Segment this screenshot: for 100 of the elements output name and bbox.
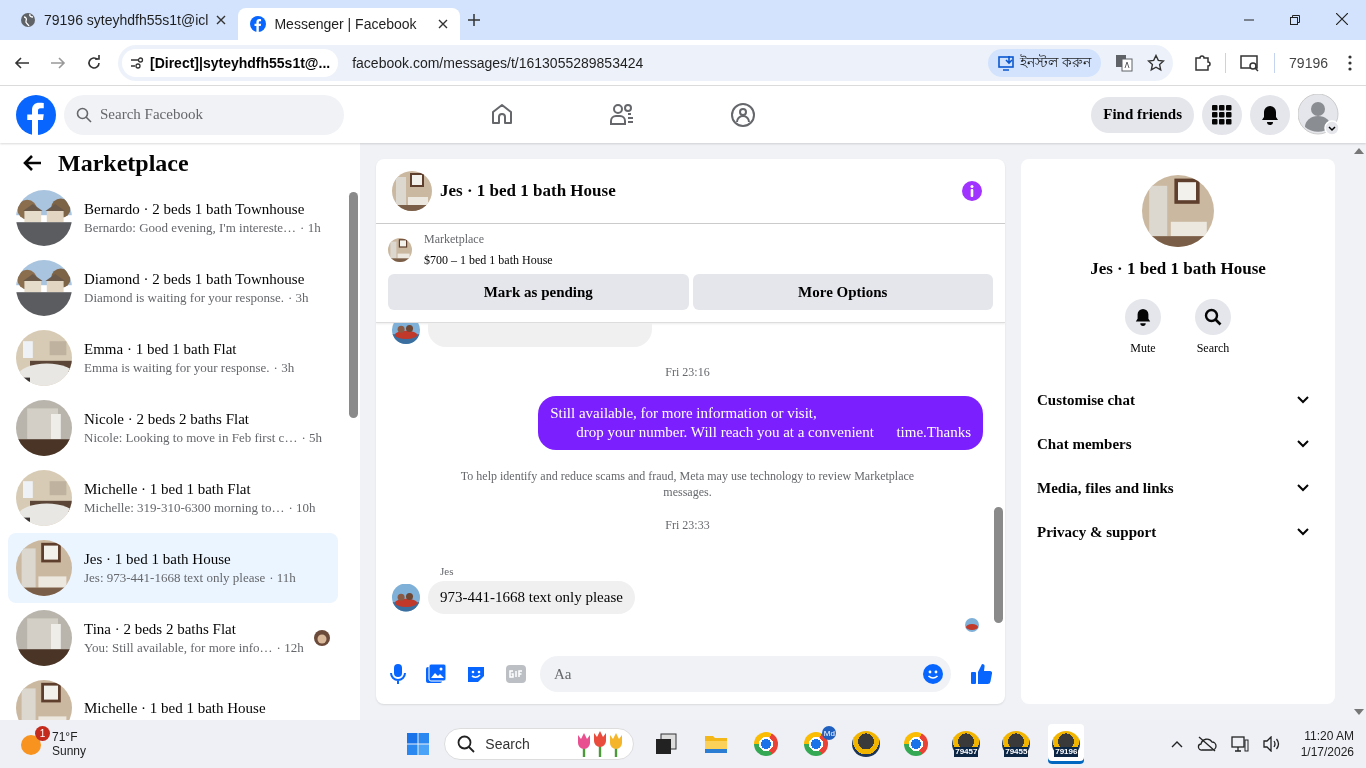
taskbar-app[interactable]: 79457 [948, 724, 985, 764]
site-settings-icon[interactable] [130, 55, 144, 70]
task-view-icon [655, 733, 678, 755]
search-icon [457, 735, 476, 753]
close-icon[interactable] [216, 15, 227, 25]
conversation-item[interactable]: Emma · 1 bed 1 bath Flat Emma is waiting for your response. · 3h [8, 323, 338, 393]
home-icon[interactable] [489, 101, 514, 126]
browser-tab[interactable]: Messenger | Facebook [238, 8, 461, 40]
conversation-title: Bernardo · 2 beds 1 bath Townhouse [84, 200, 306, 218]
url-text: facebook.com/messages/t/1613055289853424 [352, 54, 644, 71]
plus-icon[interactable] [468, 14, 481, 26]
taskbar-app[interactable]: 79196 [1048, 724, 1085, 764]
grid-icon [1212, 104, 1232, 125]
message-preview: Bernardo: Good evening, I'm intereste… [84, 219, 297, 236]
taskbar-app[interactable]: Md [798, 724, 835, 764]
app-icon: 79196 [1052, 731, 1081, 757]
extension-icon[interactable] [1193, 53, 1212, 72]
section-header[interactable]: Chat members [1037, 422, 1319, 466]
install-button[interactable]: ইনস্টল করুন [987, 48, 1102, 77]
account-avatar-icon[interactable] [1298, 93, 1340, 136]
section-header[interactable]: Customise chat [1037, 378, 1319, 422]
taskbar-app[interactable]: 79455 [998, 724, 1035, 764]
search-icon [76, 106, 92, 123]
search-box[interactable]: Search Facebook [64, 94, 344, 135]
conversation-item[interactable]: Tina · 2 beds 2 baths Flat You: Still available, for more info… · 12h [8, 603, 338, 673]
app-icon: 79455 [1002, 731, 1031, 757]
message-preview: Nicole: Looking to move in Feb first c… [84, 429, 298, 446]
notifications-button[interactable] [1250, 94, 1290, 135]
info-icon[interactable] [961, 180, 983, 202]
conversation-item[interactable]: Jes · 1 bed 1 bath House Jes: 973-441-1668 text only please · 11h [8, 533, 338, 603]
message-time: · 1h [300, 219, 321, 236]
message-time: · 5h [301, 429, 322, 446]
notification-badge: 1 [35, 726, 50, 741]
section-label: Media, files and links [1037, 479, 1174, 497]
start-icon[interactable] [406, 732, 431, 756]
action-button[interactable] [1195, 299, 1231, 335]
scroll-up-icon[interactable] [1354, 147, 1364, 155]
contact-name: Jes · 1 bed 1 bath House [1090, 259, 1266, 279]
more-icon[interactable] [1348, 54, 1352, 71]
message-preview: Emma is waiting for your response. [84, 359, 270, 376]
action-label: Mute [1130, 341, 1156, 356]
action-button[interactable]: More Options [692, 274, 993, 310]
browser-tab[interactable]: 79196 syteyhdfh55s1t@icl [8, 4, 239, 36]
bell-icon [1134, 308, 1152, 326]
action-button[interactable]: Mark as pending [388, 274, 689, 310]
chevron-up-icon[interactable] [1170, 740, 1183, 748]
logo-icon[interactable] [16, 94, 56, 135]
globe-icon [20, 12, 36, 28]
search-icon [1204, 308, 1222, 326]
search-field[interactable]: Search [444, 728, 635, 760]
microphone-icon[interactable] [390, 664, 406, 684]
action-button[interactable] [1125, 299, 1161, 335]
message-time: · 3h [288, 289, 309, 306]
section-label: Chat members [1037, 435, 1132, 453]
section-title: Marketplace [58, 149, 189, 177]
star-icon[interactable] [1147, 53, 1166, 72]
browser-icon [904, 732, 929, 756]
conversation-item[interactable]: Bernardo · 2 beds 1 bath Townhouse Bernardo: Good evening, I'm intereste… · 1h [8, 183, 338, 253]
back-icon[interactable] [14, 54, 30, 71]
friends-icon[interactable] [608, 101, 635, 126]
emoji-icon[interactable] [923, 664, 943, 684]
install-icon [997, 54, 1016, 71]
forward-icon[interactable] [50, 54, 66, 71]
thumbs-up-icon[interactable] [971, 663, 993, 685]
message-preview: Jes: 973-441-1668 text only please [84, 569, 266, 586]
groups-icon[interactable] [729, 101, 756, 128]
cloud-off-icon[interactable] [1196, 736, 1217, 752]
image-icon[interactable] [426, 664, 446, 684]
message-box[interactable]: Aa [540, 656, 951, 692]
screen-search-icon[interactable] [1240, 53, 1261, 72]
speaker-icon[interactable] [1262, 736, 1281, 752]
translate-icon[interactable] [1115, 53, 1134, 72]
bell-icon [1260, 104, 1280, 125]
message-time: · 10h [288, 499, 316, 516]
temperature: 71°F [52, 730, 79, 744]
message-field[interactable]: Aa [552, 664, 923, 684]
restore-icon[interactable] [1290, 15, 1300, 25]
browser-icon [754, 732, 779, 756]
message-preview: You: Still available, for more info… [84, 639, 273, 656]
notice-text: To help identify and reduce scams and fraud, Meta may use technology to review Marketplace messages. [459, 468, 916, 500]
profile-label[interactable]: 79196 [1289, 54, 1328, 71]
conversation-item[interactable]: Nicole · 2 beds 2 baths Flat Nicole: Looking to move in Feb first c… · 5h [8, 393, 338, 463]
close-icon[interactable] [1336, 13, 1348, 25]
back-icon[interactable] [22, 154, 42, 172]
reload-icon[interactable] [86, 54, 102, 71]
conversation-item[interactable]: Michelle · 1 bed 1 bath Flat Michelle: 319-310-6300 morning to… · 10h [8, 463, 338, 533]
scroll-down-icon[interactable] [1354, 708, 1364, 716]
search-field[interactable]: Search Facebook [100, 96, 332, 133]
clock[interactable]: 11:20 AM 1/17/2026 [1294, 729, 1354, 759]
address-bar[interactable]: [Direct]|syteyhdfh55s1t@... facebook.com/messages/t/1613055289853424 ইনস্টল করুন [118, 44, 1174, 81]
chat-title: Jes · 1 bed 1 bath House [440, 181, 616, 201]
find-friends-button[interactable]: Find friends [1091, 96, 1194, 133]
sticker-icon[interactable] [466, 664, 486, 684]
section-header[interactable]: Privacy & support [1037, 510, 1319, 554]
section-header[interactable]: Media, files and links [1037, 466, 1319, 510]
action-label: Search [1196, 341, 1230, 356]
close-icon[interactable] [438, 19, 449, 29]
menu-button[interactable] [1202, 94, 1242, 135]
conversation-item[interactable]: Diamond · 2 beds 1 bath Townhouse Diamond is waiting for your response. · 3h [8, 253, 338, 323]
network-icon[interactable] [1230, 736, 1249, 752]
